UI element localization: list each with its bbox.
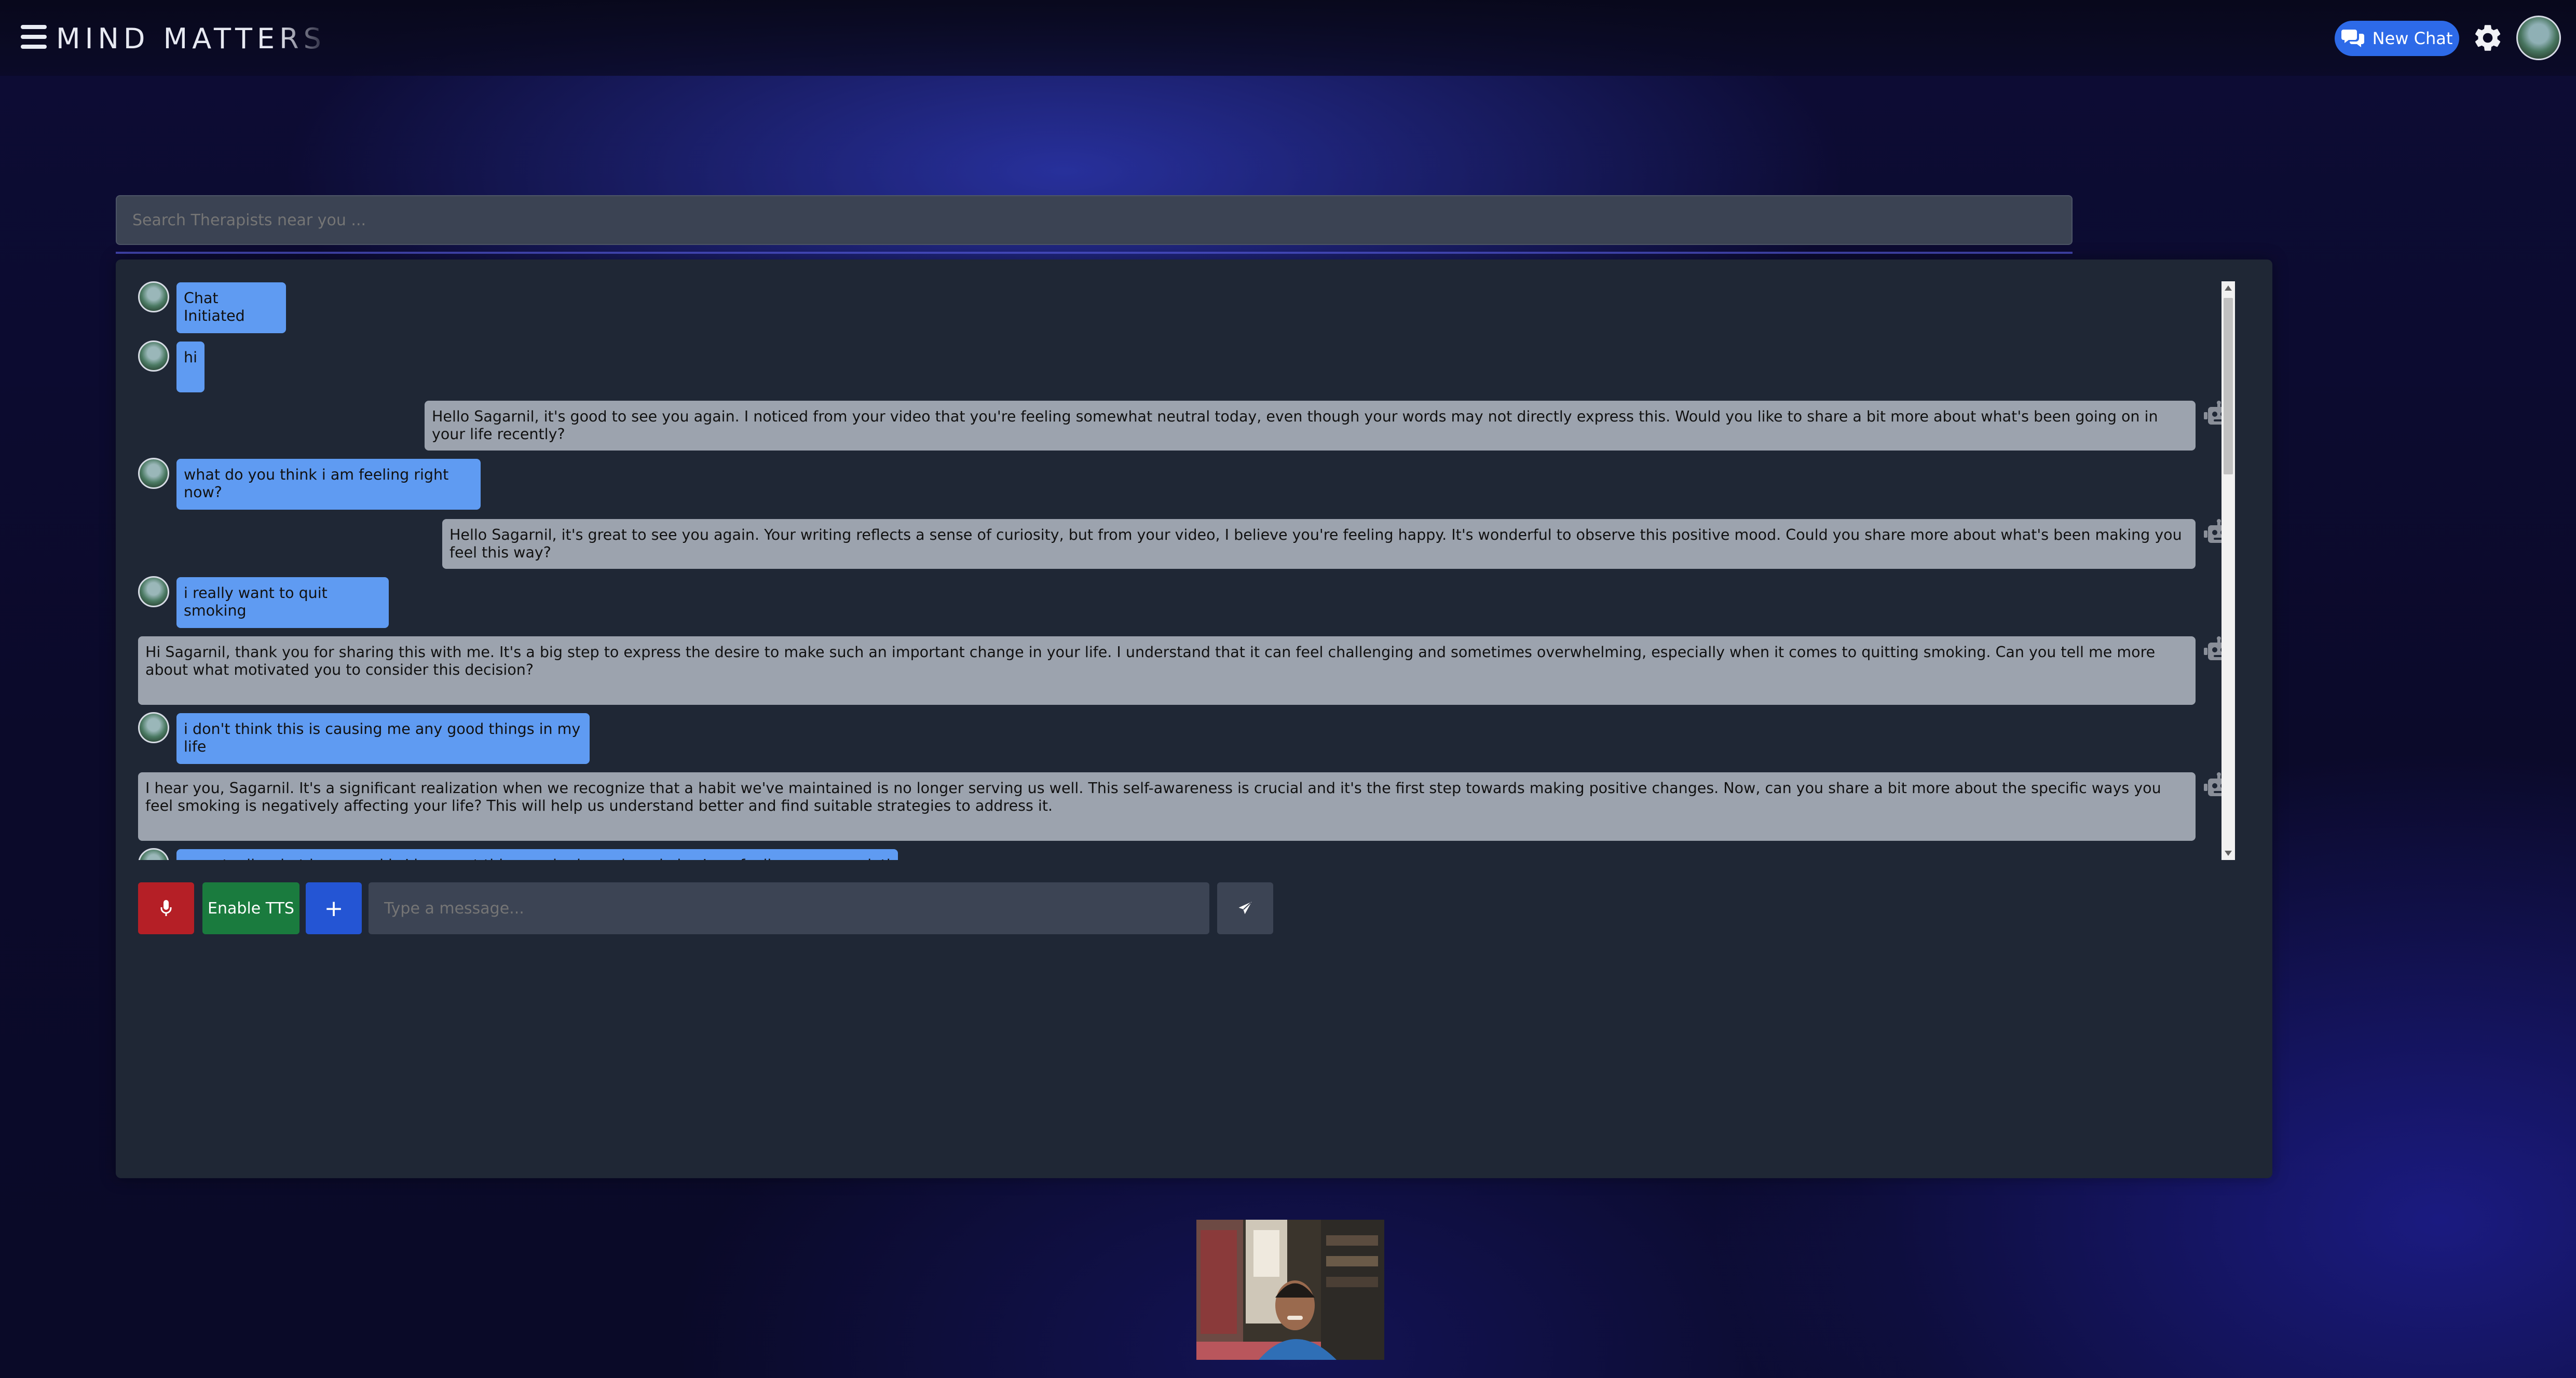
bot-message-bubble: Hello Sagarnil, it's good to see you aga… [425,401,2196,451]
app-logo: MIND MATTERS [56,21,326,57]
paper-plane-icon [1238,902,1252,915]
microphone-icon [160,900,172,916]
scroll-up-arrow-icon[interactable] [2225,285,2232,291]
chat-panel: Chat Initiated hi Hello Sagarnil, it's g… [116,260,2272,1178]
hamburger-menu-icon[interactable] [21,25,47,49]
user-avatar [138,712,169,743]
profile-avatar[interactable] [2516,16,2561,60]
bot-message-bubble: I hear you, Sagarnil. It's a significant… [138,772,2196,841]
user-message-bubble: what do you think i am feeling right now… [176,459,481,510]
user-avatar [138,458,169,489]
enable-tts-button[interactable]: Enable TTS [202,882,299,934]
scroll-down-arrow-icon[interactable] [2225,851,2232,856]
top-bar: MIND MATTERS New Chat [0,0,2576,76]
user-message-bubble: hi [176,342,205,392]
user-message-bubble: Chat Initiated [176,282,286,333]
user-avatar [138,848,169,860]
add-button[interactable]: + [306,882,362,934]
brand-text-fade: RS [279,22,326,55]
new-chat-label: New Chat [2372,29,2453,48]
message-list[interactable]: Chat Initiated hi Hello Sagarnil, it's g… [138,281,2235,860]
bot-message-bubble: Hi Sagarnil, thank you for sharing this … [138,636,2196,705]
mic-button[interactable] [138,882,194,934]
gear-icon[interactable] [2472,22,2504,54]
brand-text: MIND MATTE [56,22,280,55]
send-button[interactable] [1217,882,1273,934]
message-scrollbar[interactable] [2221,281,2235,860]
search-underline [116,252,2073,254]
webcam-preview [1196,1220,1384,1360]
user-avatar [138,281,169,312]
bot-message-bubble: Hello Sagarnil, it's great to see you ag… [442,519,2196,569]
user-message-bubble: i really want to quit smoking [176,577,389,628]
new-chat-button[interactable]: New Chat [2335,21,2459,56]
chat-bubbles-icon [2341,30,2364,47]
therapist-search-input[interactable] [116,195,2073,245]
message-input[interactable] [369,882,1209,934]
user-avatar [138,576,169,607]
user-avatar [138,340,169,372]
user-message-bubble: so actually what happened is I have got … [176,849,898,860]
user-message-bubble: i don't think this is causing me any goo… [176,713,590,764]
scroll-thumb[interactable] [2224,298,2233,474]
